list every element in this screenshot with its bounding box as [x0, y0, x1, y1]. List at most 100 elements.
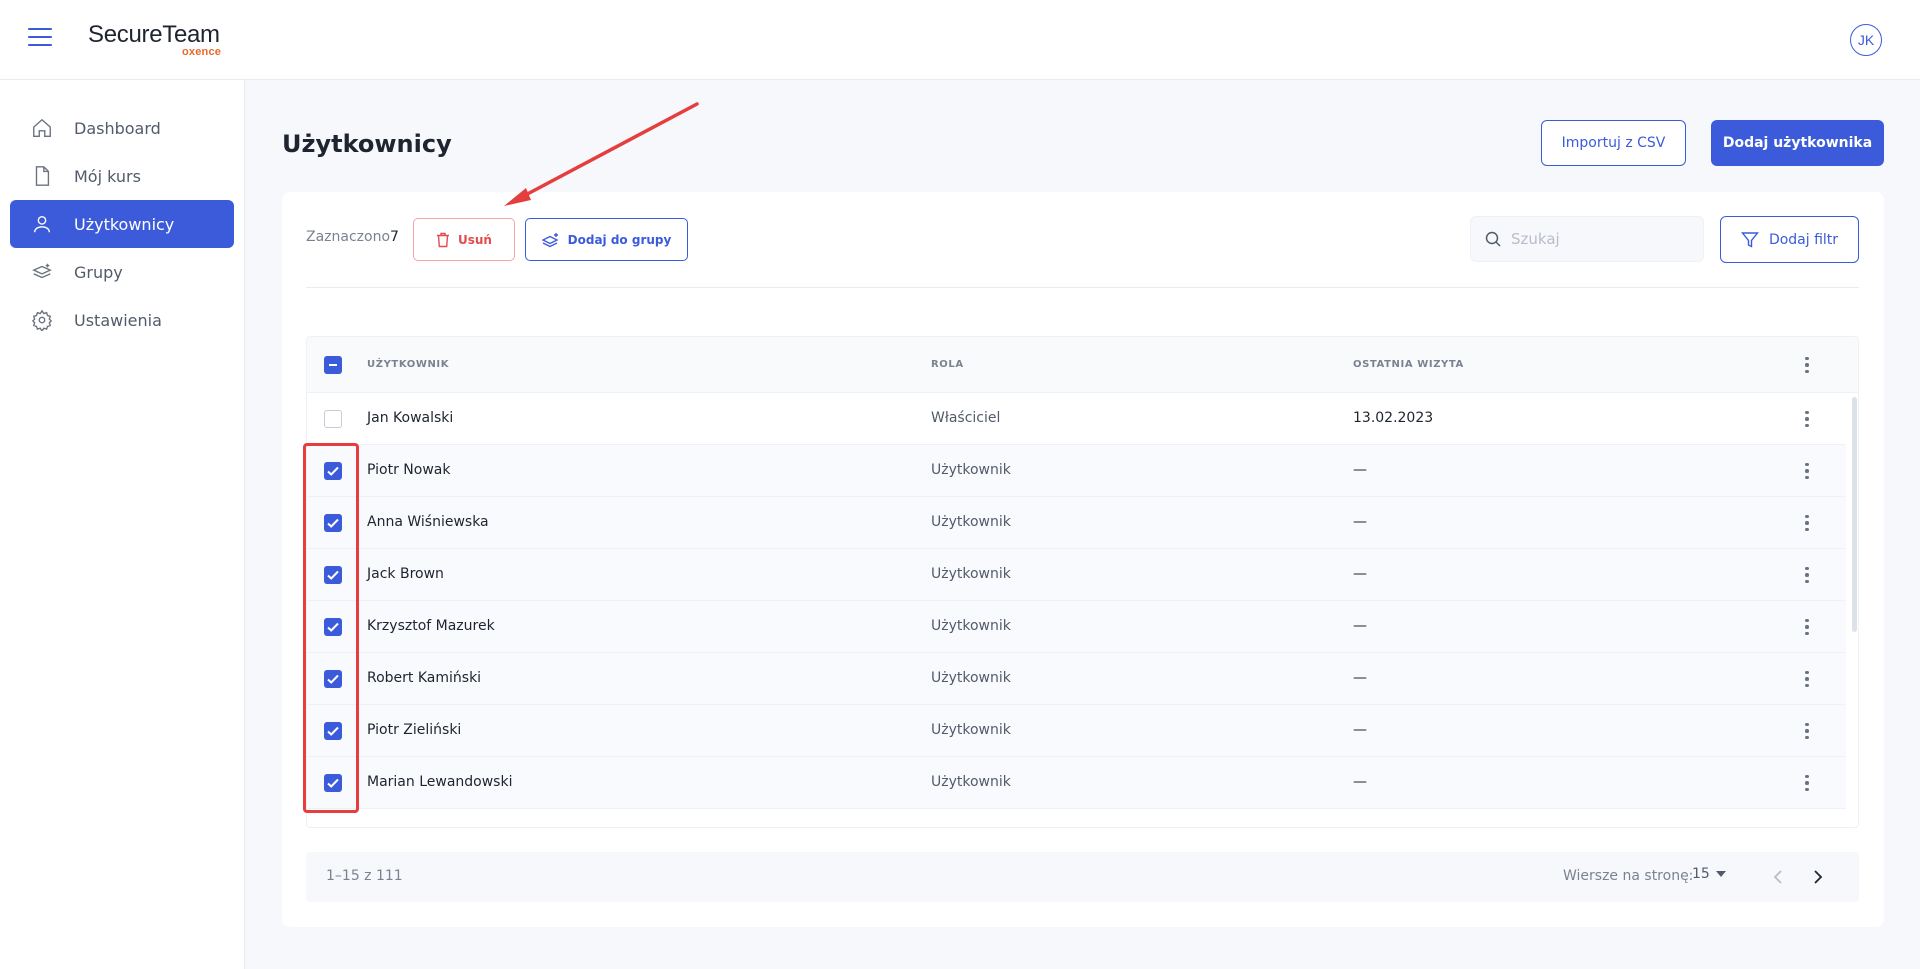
sidebar-item-users[interactable]: Użytkownicy: [10, 200, 234, 248]
select-all-checkbox[interactable]: [324, 356, 342, 374]
filter-icon: [1740, 231, 1759, 248]
sidebar-item-groups[interactable]: Grupy: [10, 248, 234, 296]
row-options-icon[interactable]: [1797, 721, 1817, 741]
add-filter-button[interactable]: Dodaj filtr: [1720, 216, 1859, 263]
search-icon: [1485, 231, 1501, 247]
user-last-visit: —: [1353, 774, 1367, 790]
search-box[interactable]: [1470, 216, 1704, 262]
table-row[interactable]: Piotr Nowak Użytkownik —: [307, 445, 1846, 497]
rows-per-page-select[interactable]: 15: [1692, 866, 1726, 882]
user-name: Piotr Nowak: [367, 462, 451, 478]
user-last-visit: —: [1353, 618, 1367, 634]
user-last-visit: —: [1353, 566, 1367, 582]
gear-icon: [30, 308, 54, 332]
pagination-range: 1–15 z 111: [326, 868, 403, 884]
users-table: UŻYTKOWNIK ROLA OSTATNIA WIZYTA Jan Kowa…: [306, 336, 1859, 828]
user-name: Jack Brown: [367, 566, 444, 582]
page-title: Użytkownicy: [282, 130, 452, 158]
user-last-visit: —: [1353, 670, 1367, 686]
row-checkbox[interactable]: [324, 722, 342, 740]
user-role: Użytkownik: [931, 618, 1011, 634]
layers-icon: [30, 260, 54, 284]
column-header-user[interactable]: UŻYTKOWNIK: [367, 359, 449, 370]
row-options-icon[interactable]: [1797, 461, 1817, 481]
home-icon: [30, 116, 54, 140]
user-role: Użytkownik: [931, 514, 1011, 530]
trash-icon: [437, 232, 449, 247]
sidebar-item-label: Grupy: [74, 262, 123, 282]
add-to-group-button[interactable]: Dodaj do grupy: [525, 218, 688, 261]
sidebar-nav: Dashboard Mój kurs Użytkownicy Grupy Ust…: [10, 104, 234, 344]
user-role: Właściciel: [931, 410, 1001, 426]
delete-button-label: Usuń: [458, 232, 492, 247]
chevron-left-icon: [1773, 870, 1782, 884]
add-to-group-label: Dodaj do grupy: [567, 232, 672, 247]
column-options-icon[interactable]: [1797, 355, 1817, 375]
table-row[interactable]: Krzysztof Mazurek Użytkownik —: [307, 601, 1846, 653]
sidebar: Dashboard Mój kurs Użytkownicy Grupy Ust…: [0, 80, 245, 969]
rows-per-page-value: 15: [1692, 866, 1710, 882]
table-row[interactable]: Jan Kowalski Właściciel 13.02.2023: [307, 393, 1846, 445]
check-icon: [327, 466, 339, 476]
table-row[interactable]: Marian Lewandowski Użytkownik —: [307, 757, 1846, 809]
toolbar-divider: [306, 287, 1859, 288]
user-name: Krzysztof Mazurek: [367, 618, 495, 634]
user-name: Anna Wiśniewska: [367, 514, 489, 530]
sidebar-item-label: Użytkownicy: [74, 214, 175, 234]
check-icon: [327, 622, 339, 632]
menu-icon[interactable]: [28, 28, 52, 48]
logo[interactable]: SecureTeam oxence: [88, 21, 221, 59]
chevron-right-icon: [1814, 870, 1823, 884]
row-checkbox[interactable]: [324, 618, 342, 636]
table-row[interactable]: Anna Wiśniewska Użytkownik —: [307, 497, 1846, 549]
row-checkbox[interactable]: [324, 410, 342, 428]
row-checkbox[interactable]: [324, 514, 342, 532]
user-role: Użytkownik: [931, 670, 1011, 686]
user-last-visit: —: [1353, 722, 1367, 738]
next-page-button[interactable]: [1806, 865, 1830, 889]
check-icon: [327, 726, 339, 736]
indeterminate-icon: [329, 364, 337, 366]
user-last-visit: 13.02.2023: [1353, 410, 1434, 426]
user-role: Użytkownik: [931, 462, 1011, 478]
column-header-last-visit[interactable]: OSTATNIA WIZYTA: [1353, 359, 1464, 370]
search-input[interactable]: [1511, 230, 1691, 248]
table-scrollbar[interactable]: [1852, 397, 1857, 632]
sidebar-item-label: Ustawienia: [74, 310, 162, 330]
layers-icon: [541, 232, 559, 247]
row-options-icon[interactable]: [1797, 773, 1817, 793]
check-icon: [327, 778, 339, 788]
row-options-icon[interactable]: [1797, 565, 1817, 585]
table-row[interactable]: Piotr Zieliński Użytkownik —: [307, 705, 1846, 757]
check-icon: [327, 674, 339, 684]
sidebar-item-label: Mój kurs: [74, 166, 141, 186]
row-checkbox[interactable]: [324, 462, 342, 480]
table-row[interactable]: Jack Brown Użytkownik —: [307, 549, 1846, 601]
row-options-icon[interactable]: [1797, 409, 1817, 429]
logo-main-text: SecureTeam: [88, 21, 220, 48]
sidebar-item-dashboard[interactable]: Dashboard: [10, 104, 234, 152]
column-header-role[interactable]: ROLA: [931, 359, 964, 370]
table-row[interactable]: Robert Kamiński Użytkownik —: [307, 653, 1846, 705]
row-checkbox[interactable]: [324, 670, 342, 688]
document-icon: [30, 164, 54, 188]
row-options-icon[interactable]: [1797, 669, 1817, 689]
avatar[interactable]: JK: [1850, 24, 1882, 56]
check-icon: [327, 570, 339, 580]
delete-button[interactable]: Usuń: [413, 218, 515, 261]
row-options-icon[interactable]: [1797, 617, 1817, 637]
row-checkbox[interactable]: [324, 566, 342, 584]
table-header: UŻYTKOWNIK ROLA OSTATNIA WIZYTA: [307, 337, 1858, 393]
sidebar-item-settings[interactable]: Ustawienia: [10, 296, 234, 344]
row-checkbox[interactable]: [324, 774, 342, 792]
user-role: Użytkownik: [931, 566, 1011, 582]
logo-sub-text: oxence: [182, 46, 222, 58]
user-last-visit: —: [1353, 462, 1367, 478]
row-options-icon[interactable]: [1797, 513, 1817, 533]
import-csv-button[interactable]: Importuj z CSV: [1541, 120, 1686, 166]
previous-page-button[interactable]: [1766, 865, 1790, 889]
user-name: Jan Kowalski: [367, 410, 454, 426]
caret-down-icon: [1715, 871, 1726, 877]
add-user-button[interactable]: Dodaj użytkownika: [1711, 120, 1884, 166]
sidebar-item-my-course[interactable]: Mój kurs: [10, 152, 234, 200]
